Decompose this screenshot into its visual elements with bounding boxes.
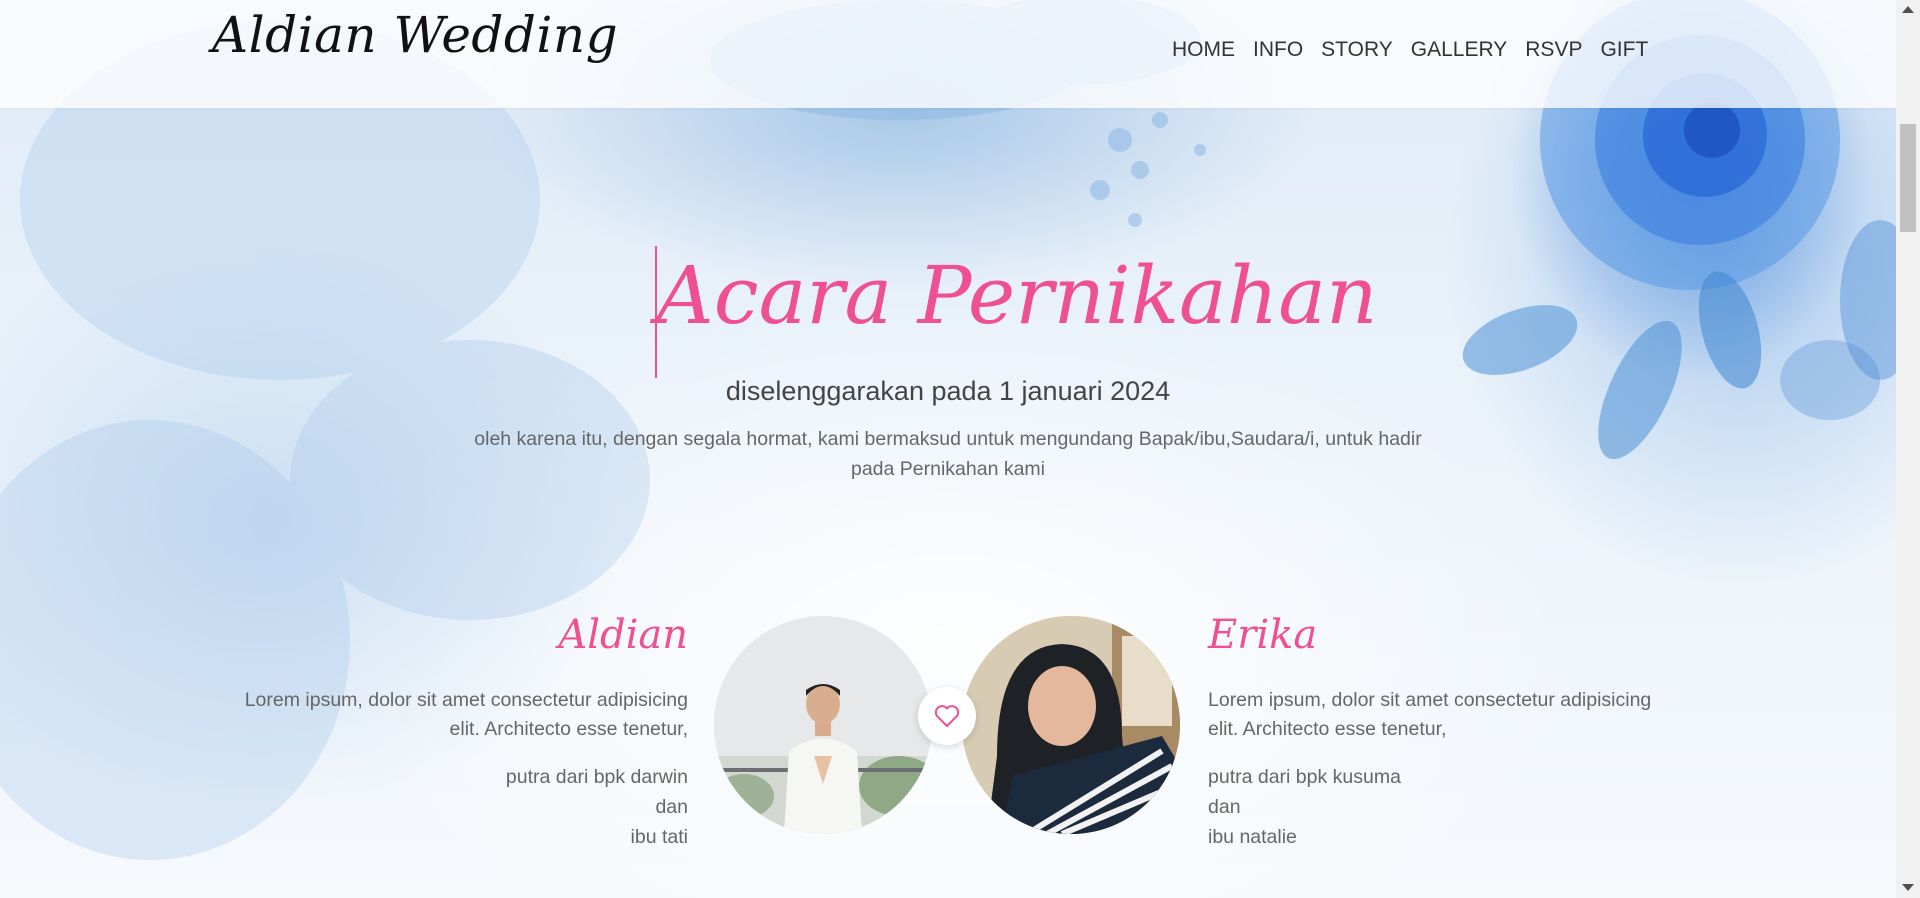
nav-info[interactable]: INFO [1253, 38, 1303, 62]
bride-bio: Lorem ipsum, dolor sit amet consectetur … [1208, 689, 1652, 740]
invitation-text: oleh karena itu, dengan segala hormat, k… [474, 428, 1422, 480]
groom-bio: Lorem ipsum, dolor sit amet consectetur … [244, 689, 688, 740]
navbar: Aldian Wedding HOME INFO STORY GALLERY R… [0, 0, 1896, 108]
groom-parent-mother: ibu tati [630, 826, 688, 848]
bride-name: Erika [1208, 612, 1318, 658]
heart-icon [934, 705, 960, 727]
nav-story[interactable]: STORY [1321, 38, 1393, 62]
bride-parents: putra dari bpk kusuma dan ibu natalie [1208, 762, 1508, 852]
scroll-thumb[interactable] [1900, 124, 1916, 232]
groom-illustration [714, 616, 932, 834]
bride-parent-father: putra dari bpk kusuma [1208, 766, 1401, 788]
bride-parent-mother: ibu natalie [1208, 826, 1297, 848]
nav-gift[interactable]: GIFT [1600, 38, 1648, 62]
brand-logo[interactable]: Aldian Wedding [212, 6, 618, 64]
nav-home[interactable]: HOME [1172, 38, 1235, 62]
nav-gallery[interactable]: GALLERY [1411, 38, 1508, 62]
nav-menu: HOME INFO STORY GALLERY RSVP GIFT [1172, 38, 1648, 62]
groom-parent-and: dan [655, 796, 688, 818]
bride-illustration [962, 616, 1180, 834]
groom-parents: putra dari bpk darwin dan ibu tati [388, 762, 688, 852]
groom-parent-father: putra dari bpk darwin [505, 766, 688, 788]
groom-name: Aldian [558, 612, 688, 658]
page: Aldian Wedding HOME INFO STORY GALLERY R… [0, 0, 1896, 898]
heart-button[interactable] [918, 687, 976, 745]
section-title: Acara Pernikahan [656, 249, 1378, 342]
page-scrollbar[interactable] [1896, 0, 1920, 898]
nav-rsvp[interactable]: RSVP [1525, 38, 1582, 62]
event-date: diselenggarakan pada 1 januari 2024 [725, 376, 1171, 406]
scroll-down-arrow[interactable] [1902, 884, 1914, 891]
scroll-up-arrow[interactable] [1902, 6, 1914, 13]
groom-photo [714, 616, 932, 834]
bride-photo [962, 616, 1180, 834]
bride-parent-and: dan [1208, 796, 1241, 818]
